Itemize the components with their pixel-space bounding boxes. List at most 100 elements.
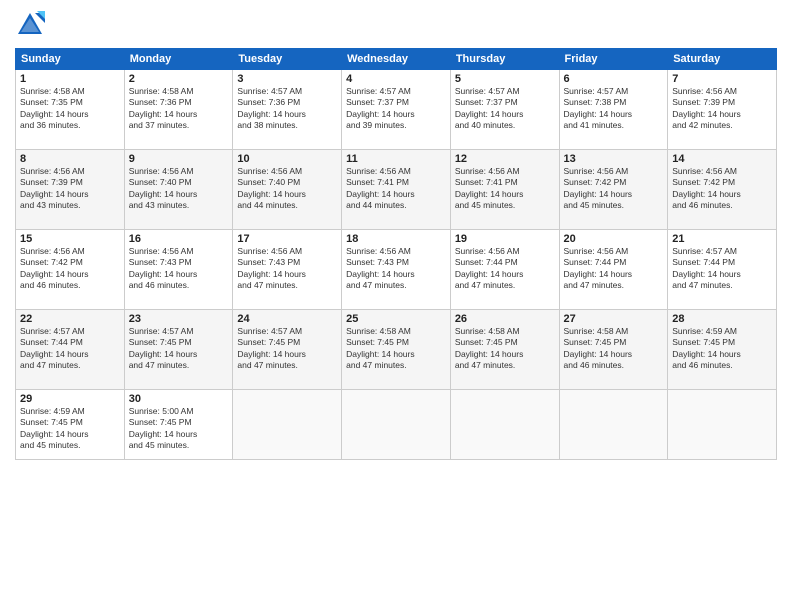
day-info: Sunrise: 4:56 AM Sunset: 7:42 PM Dayligh… (672, 166, 772, 212)
day-info: Sunrise: 4:58 AM Sunset: 7:45 PM Dayligh… (564, 326, 664, 372)
day-number: 8 (20, 153, 120, 165)
calendar-cell: 1 Sunrise: 4:58 AM Sunset: 7:35 PM Dayli… (16, 70, 125, 150)
calendar-cell: 5 Sunrise: 4:57 AM Sunset: 7:37 PM Dayli… (450, 70, 559, 150)
logo-icon (15, 10, 45, 40)
day-header-thursday: Thursday (450, 49, 559, 70)
calendar-cell: 8 Sunrise: 4:56 AM Sunset: 7:39 PM Dayli… (16, 150, 125, 230)
calendar-cell: 4 Sunrise: 4:57 AM Sunset: 7:37 PM Dayli… (342, 70, 451, 150)
header (15, 10, 777, 40)
calendar-week-1: 1 Sunrise: 4:58 AM Sunset: 7:35 PM Dayli… (16, 70, 777, 150)
day-number: 2 (129, 73, 229, 85)
day-info: Sunrise: 4:57 AM Sunset: 7:36 PM Dayligh… (237, 86, 337, 132)
calendar-cell (668, 390, 777, 460)
day-info: Sunrise: 4:57 AM Sunset: 7:37 PM Dayligh… (455, 86, 555, 132)
day-number: 18 (346, 233, 446, 245)
calendar-cell: 10 Sunrise: 4:56 AM Sunset: 7:40 PM Dayl… (233, 150, 342, 230)
day-number: 26 (455, 313, 555, 325)
calendar-cell: 30 Sunrise: 5:00 AM Sunset: 7:45 PM Dayl… (124, 390, 233, 460)
day-number: 1 (20, 73, 120, 85)
day-info: Sunrise: 4:56 AM Sunset: 7:44 PM Dayligh… (455, 246, 555, 292)
day-info: Sunrise: 4:57 AM Sunset: 7:44 PM Dayligh… (20, 326, 120, 372)
day-info: Sunrise: 4:56 AM Sunset: 7:40 PM Dayligh… (129, 166, 229, 212)
day-info: Sunrise: 4:59 AM Sunset: 7:45 PM Dayligh… (20, 406, 120, 452)
calendar-cell: 16 Sunrise: 4:56 AM Sunset: 7:43 PM Dayl… (124, 230, 233, 310)
day-header-monday: Monday (124, 49, 233, 70)
calendar-cell: 24 Sunrise: 4:57 AM Sunset: 7:45 PM Dayl… (233, 310, 342, 390)
day-info: Sunrise: 4:56 AM Sunset: 7:43 PM Dayligh… (129, 246, 229, 292)
day-number: 25 (346, 313, 446, 325)
day-info: Sunrise: 4:56 AM Sunset: 7:42 PM Dayligh… (564, 166, 664, 212)
calendar-cell: 12 Sunrise: 4:56 AM Sunset: 7:41 PM Dayl… (450, 150, 559, 230)
day-info: Sunrise: 4:56 AM Sunset: 7:41 PM Dayligh… (346, 166, 446, 212)
day-number: 10 (237, 153, 337, 165)
calendar-week-5: 29 Sunrise: 4:59 AM Sunset: 7:45 PM Dayl… (16, 390, 777, 460)
day-info: Sunrise: 4:57 AM Sunset: 7:37 PM Dayligh… (346, 86, 446, 132)
calendar-cell: 20 Sunrise: 4:56 AM Sunset: 7:44 PM Dayl… (559, 230, 668, 310)
day-info: Sunrise: 4:58 AM Sunset: 7:45 PM Dayligh… (346, 326, 446, 372)
calendar-cell: 14 Sunrise: 4:56 AM Sunset: 7:42 PM Dayl… (668, 150, 777, 230)
day-info: Sunrise: 4:56 AM Sunset: 7:41 PM Dayligh… (455, 166, 555, 212)
day-info: Sunrise: 5:00 AM Sunset: 7:45 PM Dayligh… (129, 406, 229, 452)
calendar-cell: 3 Sunrise: 4:57 AM Sunset: 7:36 PM Dayli… (233, 70, 342, 150)
calendar-cell: 6 Sunrise: 4:57 AM Sunset: 7:38 PM Dayli… (559, 70, 668, 150)
day-info: Sunrise: 4:57 AM Sunset: 7:44 PM Dayligh… (672, 246, 772, 292)
calendar-cell: 27 Sunrise: 4:58 AM Sunset: 7:45 PM Dayl… (559, 310, 668, 390)
calendar-cell: 7 Sunrise: 4:56 AM Sunset: 7:39 PM Dayli… (668, 70, 777, 150)
calendar-cell (559, 390, 668, 460)
calendar-cell: 21 Sunrise: 4:57 AM Sunset: 7:44 PM Dayl… (668, 230, 777, 310)
day-number: 24 (237, 313, 337, 325)
day-number: 11 (346, 153, 446, 165)
day-number: 13 (564, 153, 664, 165)
calendar-cell: 15 Sunrise: 4:56 AM Sunset: 7:42 PM Dayl… (16, 230, 125, 310)
day-info: Sunrise: 4:57 AM Sunset: 7:45 PM Dayligh… (129, 326, 229, 372)
day-number: 14 (672, 153, 772, 165)
day-info: Sunrise: 4:58 AM Sunset: 7:36 PM Dayligh… (129, 86, 229, 132)
calendar-cell: 23 Sunrise: 4:57 AM Sunset: 7:45 PM Dayl… (124, 310, 233, 390)
day-number: 23 (129, 313, 229, 325)
day-number: 12 (455, 153, 555, 165)
day-info: Sunrise: 4:58 AM Sunset: 7:45 PM Dayligh… (455, 326, 555, 372)
day-info: Sunrise: 4:56 AM Sunset: 7:43 PM Dayligh… (346, 246, 446, 292)
day-number: 15 (20, 233, 120, 245)
calendar-cell (233, 390, 342, 460)
calendar-header-row: SundayMondayTuesdayWednesdayThursdayFrid… (16, 49, 777, 70)
day-header-saturday: Saturday (668, 49, 777, 70)
day-number: 7 (672, 73, 772, 85)
day-info: Sunrise: 4:59 AM Sunset: 7:45 PM Dayligh… (672, 326, 772, 372)
day-info: Sunrise: 4:56 AM Sunset: 7:39 PM Dayligh… (672, 86, 772, 132)
day-number: 21 (672, 233, 772, 245)
calendar-cell: 18 Sunrise: 4:56 AM Sunset: 7:43 PM Dayl… (342, 230, 451, 310)
day-info: Sunrise: 4:56 AM Sunset: 7:42 PM Dayligh… (20, 246, 120, 292)
day-number: 28 (672, 313, 772, 325)
calendar-cell: 19 Sunrise: 4:56 AM Sunset: 7:44 PM Dayl… (450, 230, 559, 310)
day-number: 20 (564, 233, 664, 245)
day-number: 3 (237, 73, 337, 85)
day-header-tuesday: Tuesday (233, 49, 342, 70)
calendar-cell: 26 Sunrise: 4:58 AM Sunset: 7:45 PM Dayl… (450, 310, 559, 390)
calendar-cell: 25 Sunrise: 4:58 AM Sunset: 7:45 PM Dayl… (342, 310, 451, 390)
day-number: 19 (455, 233, 555, 245)
day-info: Sunrise: 4:57 AM Sunset: 7:38 PM Dayligh… (564, 86, 664, 132)
calendar-cell: 17 Sunrise: 4:56 AM Sunset: 7:43 PM Dayl… (233, 230, 342, 310)
day-info: Sunrise: 4:57 AM Sunset: 7:45 PM Dayligh… (237, 326, 337, 372)
calendar-cell: 29 Sunrise: 4:59 AM Sunset: 7:45 PM Dayl… (16, 390, 125, 460)
page: SundayMondayTuesdayWednesdayThursdayFrid… (0, 0, 792, 612)
day-info: Sunrise: 4:56 AM Sunset: 7:40 PM Dayligh… (237, 166, 337, 212)
day-number: 27 (564, 313, 664, 325)
calendar-cell: 9 Sunrise: 4:56 AM Sunset: 7:40 PM Dayli… (124, 150, 233, 230)
calendar-week-2: 8 Sunrise: 4:56 AM Sunset: 7:39 PM Dayli… (16, 150, 777, 230)
day-number: 17 (237, 233, 337, 245)
calendar-cell: 13 Sunrise: 4:56 AM Sunset: 7:42 PM Dayl… (559, 150, 668, 230)
day-info: Sunrise: 4:56 AM Sunset: 7:43 PM Dayligh… (237, 246, 337, 292)
logo (15, 10, 48, 40)
calendar-week-4: 22 Sunrise: 4:57 AM Sunset: 7:44 PM Dayl… (16, 310, 777, 390)
day-number: 22 (20, 313, 120, 325)
calendar-table: SundayMondayTuesdayWednesdayThursdayFrid… (15, 48, 777, 460)
day-info: Sunrise: 4:56 AM Sunset: 7:44 PM Dayligh… (564, 246, 664, 292)
day-header-wednesday: Wednesday (342, 49, 451, 70)
day-info: Sunrise: 4:56 AM Sunset: 7:39 PM Dayligh… (20, 166, 120, 212)
calendar-cell (450, 390, 559, 460)
day-header-sunday: Sunday (16, 49, 125, 70)
day-number: 4 (346, 73, 446, 85)
calendar-cell: 11 Sunrise: 4:56 AM Sunset: 7:41 PM Dayl… (342, 150, 451, 230)
